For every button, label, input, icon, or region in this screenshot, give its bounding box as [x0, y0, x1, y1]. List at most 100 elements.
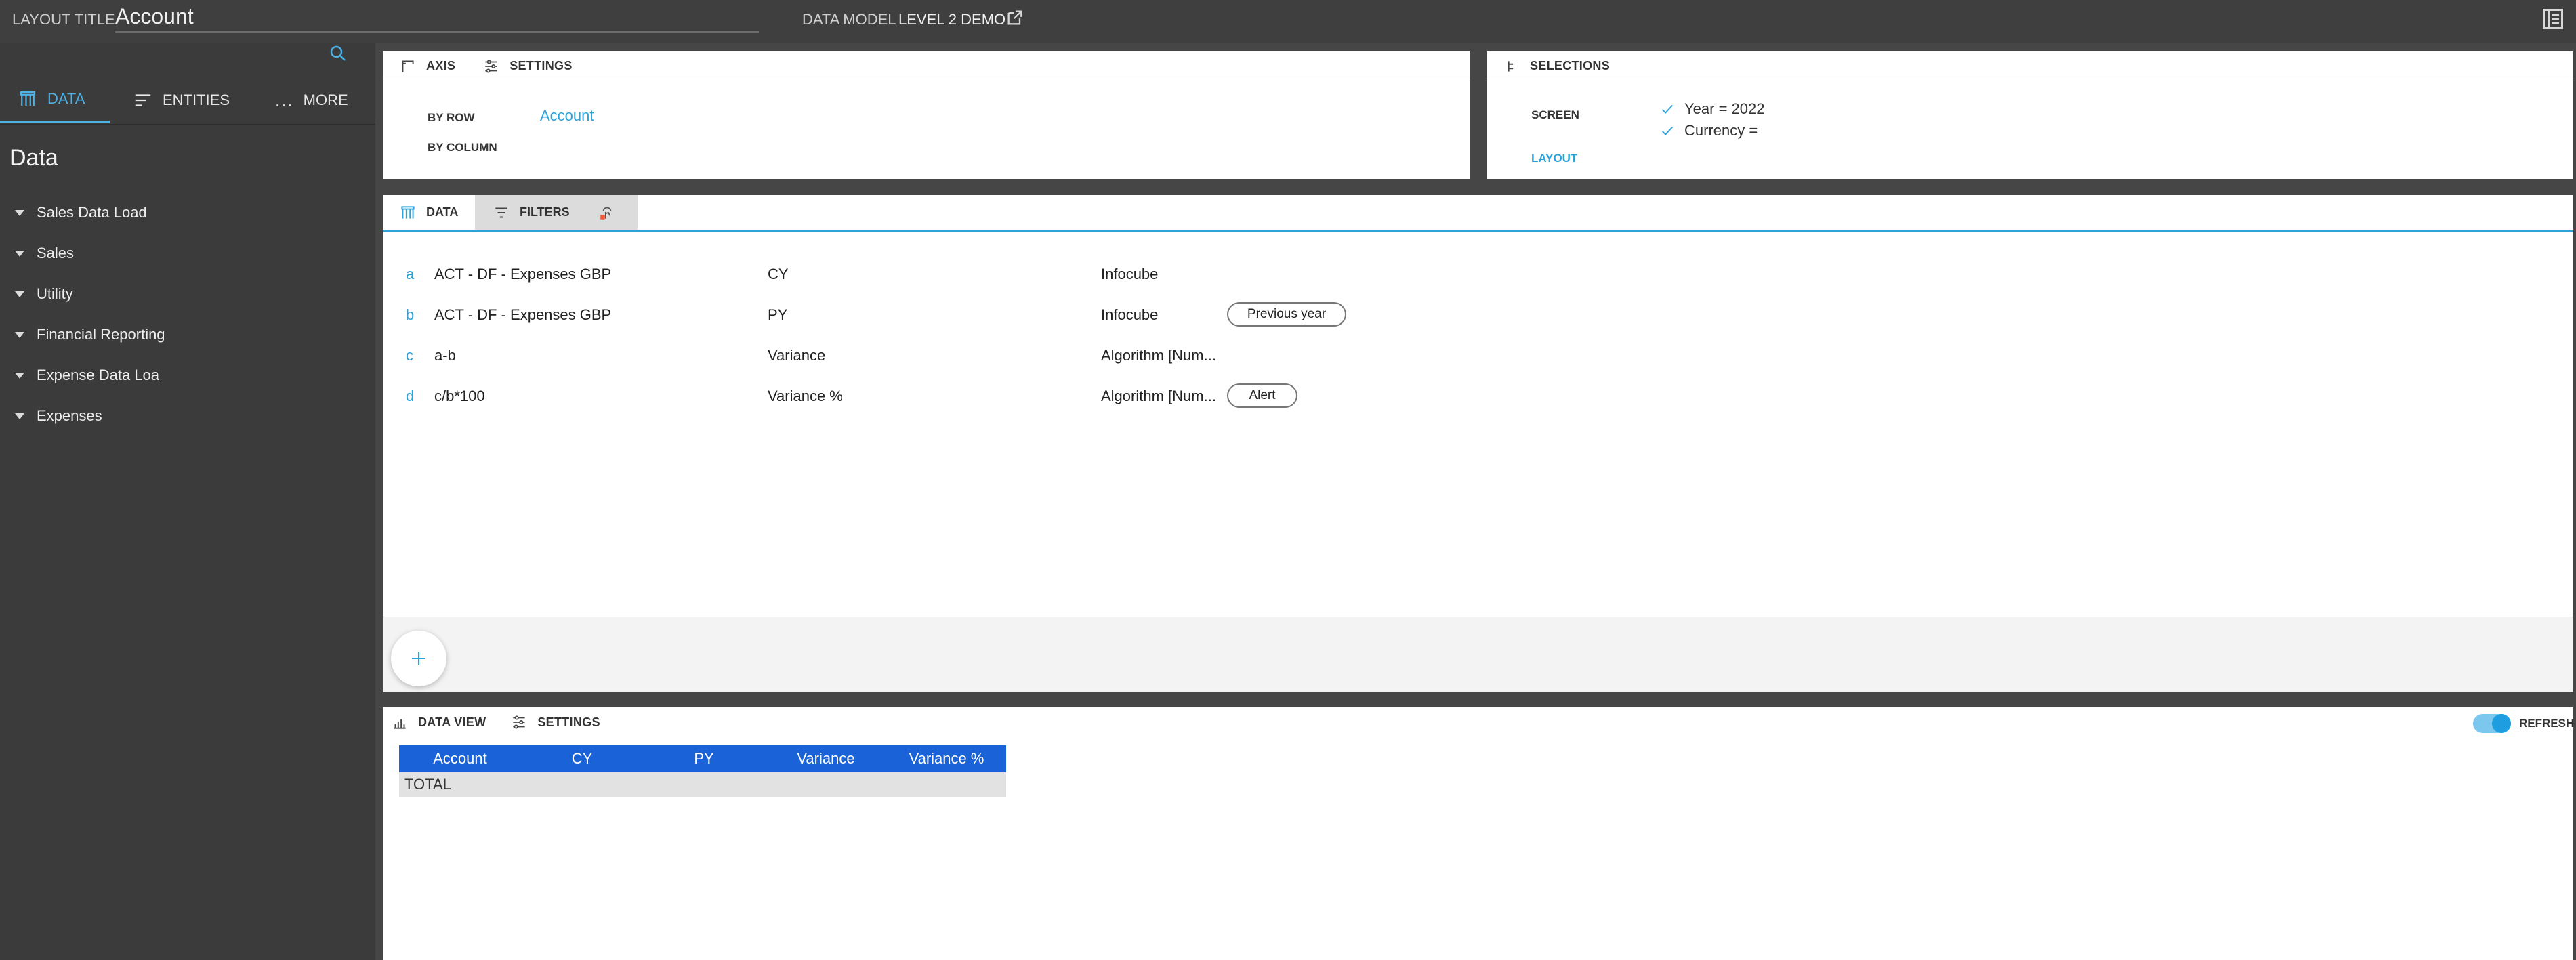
table-cell [887, 772, 1006, 797]
column-header[interactable]: Variance % [887, 745, 1006, 772]
tab-axis[interactable]: AXIS [399, 58, 455, 75]
list-lines-icon [135, 94, 151, 106]
filter-icon [495, 207, 507, 217]
checkmark-icon [1662, 126, 1674, 135]
refresh-label: REFRESH [2519, 717, 2575, 730]
sidebar-item-sales-data-load[interactable]: Sales Data Load [0, 192, 375, 233]
data-columns-icon [20, 91, 36, 106]
column-header[interactable]: Account [399, 745, 521, 772]
sidebar-item-expense-data-load[interactable]: Expense Data Loa [0, 355, 375, 396]
tab-settings-label: SETTINGS [537, 715, 600, 729]
sliders-icon [513, 715, 526, 729]
row-letter: b [406, 306, 415, 323]
row-formula: ACT - DF - Expenses GBP [434, 266, 612, 283]
sidebar-item-label: Expense Data Loa [37, 367, 160, 383]
selections-title-label: SELECTIONS [1530, 59, 1611, 72]
data-definition-panel: DATA FILTERS a ACT - DF - Expenses GBP C… [383, 195, 2573, 692]
previous-year-button[interactable]: Previous year [1227, 302, 1346, 327]
data-view-header: DATA VIEW SETTINGS [383, 707, 2573, 737]
selections-title: SELECTIONS [1503, 58, 1610, 75]
sidebar-tab-label: DATA [47, 90, 85, 107]
sidebar-tab-entities[interactable]: ENTITIES [133, 77, 234, 123]
table-cell: TOTAL [399, 772, 521, 797]
column-header[interactable]: PY [643, 745, 765, 772]
tab-axis-label: AXIS [426, 59, 456, 72]
sidebar-tabs: DATA ENTITIES ... MORE [0, 77, 375, 125]
refresh-toggle[interactable] [2473, 714, 2511, 733]
tab-data[interactable]: DATA [383, 195, 475, 230]
layout-title-label: LAYOUT TITLE [12, 11, 115, 28]
tab-data-label: DATA [426, 205, 459, 219]
sliders-icon [485, 59, 497, 73]
row-letter: d [406, 388, 415, 404]
table-cell [765, 772, 887, 797]
column-header[interactable]: Variance [765, 745, 887, 772]
data-row-a[interactable]: a ACT - DF - Expenses GBP CY Infocube [383, 255, 2573, 295]
table-row[interactable]: TOTAL [399, 772, 1006, 797]
sidebar-item-financial-reporting[interactable]: Financial Reporting [0, 314, 375, 355]
sidebar-tab-data[interactable]: DATA [0, 77, 110, 123]
checkmark-icon [1662, 104, 1674, 114]
sidebar-item-sales[interactable]: Sales [0, 233, 375, 274]
row-formula: a-b [434, 347, 456, 364]
tab-axis-settings[interactable]: SETTINGS [482, 58, 572, 75]
sidebar-item-label: Sales [37, 245, 75, 262]
sidebar-item-label: Expenses [37, 407, 102, 424]
tab-filters[interactable]: FILTERS [475, 195, 583, 230]
data-row-c[interactable]: c a-b Variance Algorithm [Num... [383, 336, 2573, 377]
caret-down-icon [15, 209, 24, 216]
caret-down-icon [15, 291, 24, 297]
sidebar-item-label: Utility [37, 285, 73, 302]
caret-down-icon [15, 331, 24, 338]
by-column-label: BY COLUMN [428, 141, 497, 154]
caret-down-icon [15, 413, 24, 419]
alert-button[interactable]: Alert [1227, 383, 1297, 408]
selection-tree-icon [1508, 60, 1514, 72]
tab-data-view-label: DATA VIEW [418, 715, 486, 729]
tab-filters-label: FILTERS [520, 205, 570, 219]
selection-item-label: Year = 2022 [1684, 100, 1765, 117]
selections-panel: SELECTIONS SCREEN LAYOUT Year = 2022 Cur… [1487, 51, 2573, 179]
sidebar-item-label: Financial Reporting [37, 326, 165, 343]
sidebar-item-expenses[interactable]: Expenses [0, 396, 375, 436]
add-row-button[interactable] [391, 631, 446, 686]
sidebar-tab-label: ENTITIES [163, 91, 230, 108]
row-source: Algorithm [Num... [1101, 347, 1216, 364]
sidebar-item-label: Sales Data Load [37, 204, 147, 221]
sidebar-list: Sales Data Load Sales Utility Financial … [0, 192, 375, 436]
row-name: Variance % [768, 388, 843, 404]
data-row-d[interactable]: d c/b*100 Variance % Algorithm [Num... A… [383, 377, 2573, 417]
axis-panel: AXIS SETTINGS BY ROW Account BY COLUMN [383, 51, 1470, 179]
touch-alert-icon [600, 207, 612, 220]
row-letter: a [406, 266, 415, 283]
sidebar-item-utility[interactable]: Utility [0, 274, 375, 314]
top-bar: LAYOUT TITLE Account DATA MODEL LEVEL 2 … [0, 0, 2576, 43]
data-model-label: DATA MODEL [802, 11, 896, 28]
layout-label[interactable]: LAYOUT [1531, 152, 1577, 165]
table-cell [521, 772, 643, 797]
row-source: Infocube [1101, 266, 1159, 283]
data-row-b[interactable]: b ACT - DF - Expenses GBP PY Infocube Pr… [383, 295, 2573, 336]
row-formula: c/b*100 [434, 388, 485, 404]
axis-panel-header: AXIS SETTINGS [383, 51, 1470, 81]
layout-title-input[interactable]: Account [115, 4, 759, 33]
layout-panel-icon[interactable] [2541, 7, 2565, 31]
selection-item-year[interactable]: Year = 2022 [1660, 100, 1764, 118]
external-link-icon[interactable] [1005, 8, 1024, 27]
selection-item-currency[interactable]: Currency = [1660, 122, 1758, 140]
tab-touch[interactable] [583, 195, 638, 230]
sidebar-tab-more[interactable]: ... MORE [275, 77, 363, 123]
by-row-value[interactable]: Account [540, 107, 594, 125]
tab-data-view[interactable]: DATA VIEW [391, 713, 486, 731]
search-icon[interactable] [328, 43, 348, 64]
by-row-label: BY ROW [428, 111, 475, 124]
column-header[interactable]: CY [521, 745, 643, 772]
selections-panel-header: SELECTIONS [1487, 51, 2573, 81]
row-formula: ACT - DF - Expenses GBP [434, 306, 612, 323]
data-columns-icon [401, 205, 415, 219]
tab-data-view-settings[interactable]: SETTINGS [510, 713, 600, 731]
sidebar: DATA ENTITIES ... MORE Data Sales Data L… [0, 43, 375, 960]
more-dots-icon: ... [275, 89, 294, 110]
sidebar-title: Data [9, 145, 58, 171]
data-view-table: Account CY PY Variance Variance % TOTAL [399, 745, 1006, 797]
